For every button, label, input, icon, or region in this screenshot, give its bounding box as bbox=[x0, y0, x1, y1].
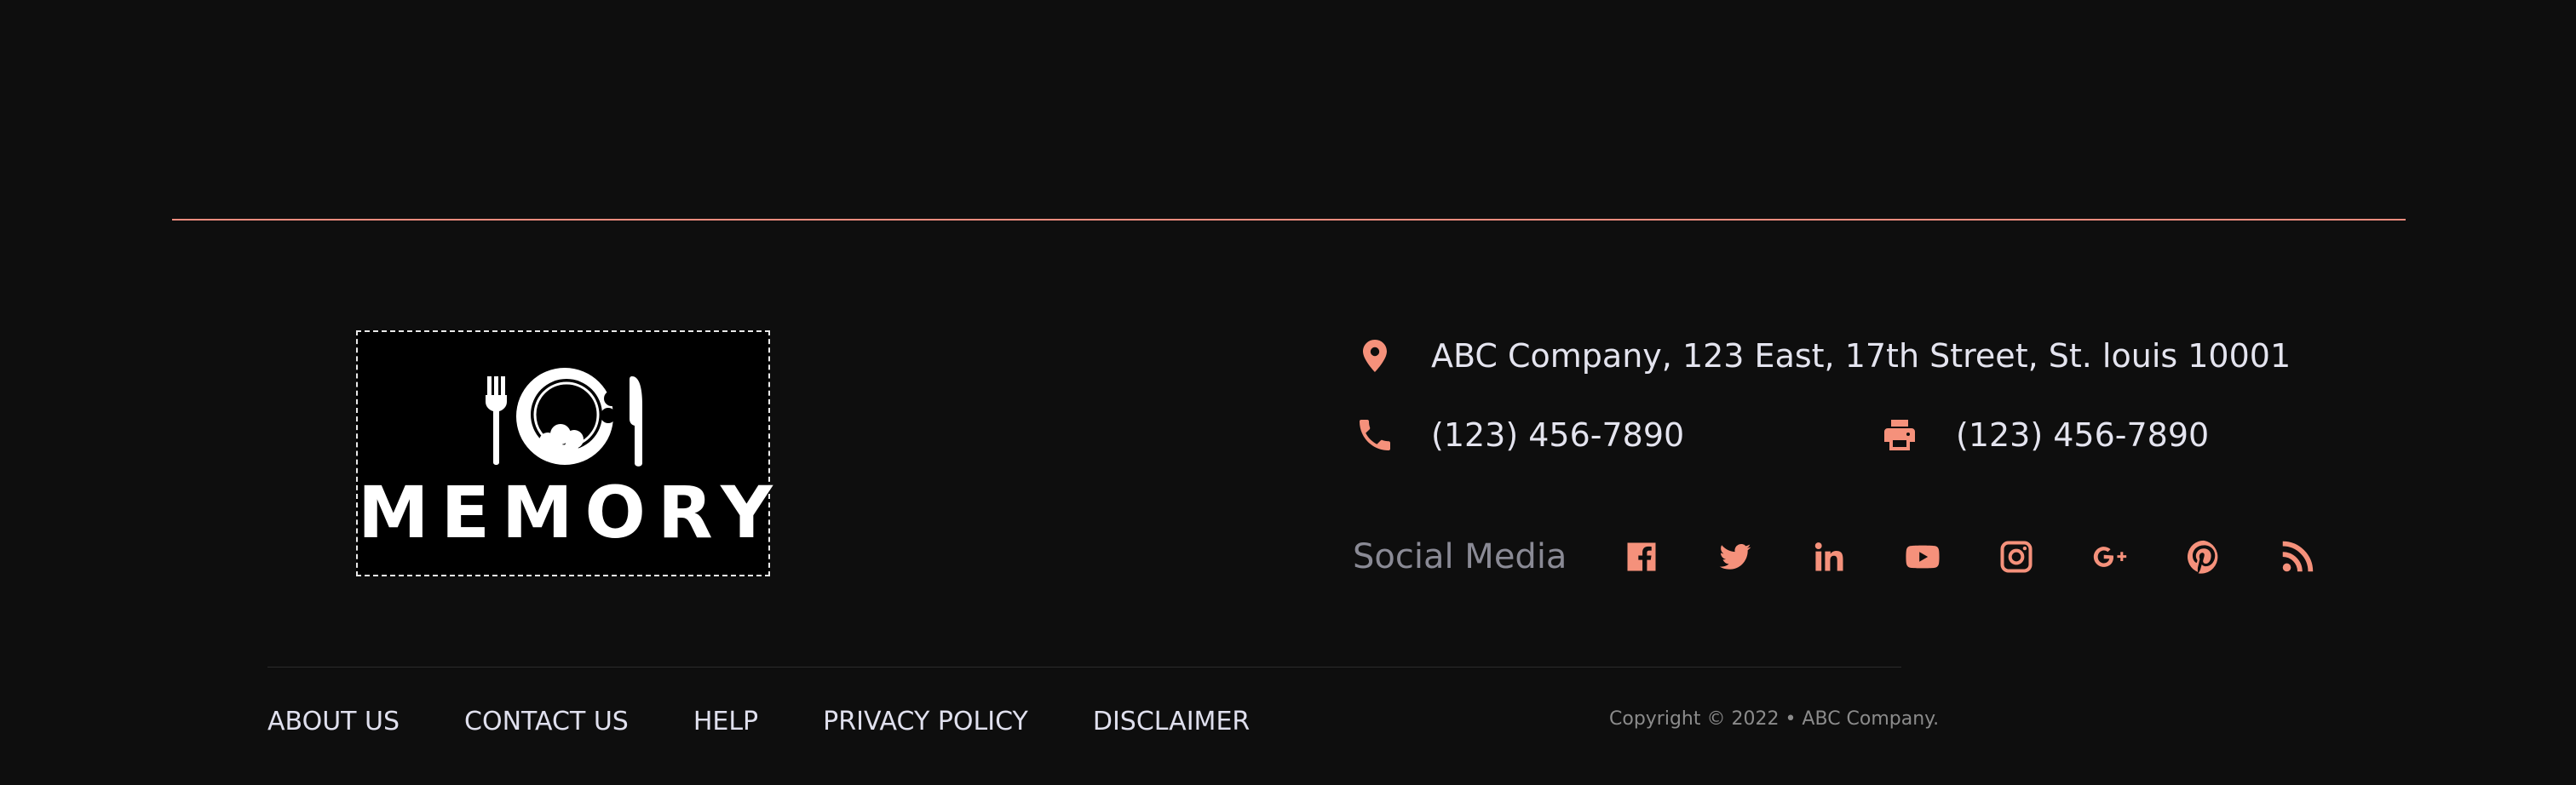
contact-phone[interactable]: (123) 456-7890 bbox=[1354, 411, 1684, 459]
pinterest-icon[interactable] bbox=[2183, 536, 2224, 577]
social-media-bar: Social Media bbox=[1353, 531, 2318, 582]
nav-help[interactable]: HELP bbox=[693, 707, 758, 736]
logo-wordmark: MEMORY bbox=[358, 471, 785, 554]
nav-privacy-policy[interactable]: PRIVACY POLICY bbox=[823, 707, 1028, 736]
footer-bottom-divider bbox=[267, 667, 1901, 668]
google-plus-icon[interactable] bbox=[2090, 536, 2130, 577]
facebook-icon[interactable] bbox=[1621, 536, 1662, 577]
contact-fax[interactable]: (123) 456-7890 bbox=[1879, 411, 2209, 459]
footer-divider bbox=[172, 219, 2406, 221]
fax-number: (123) 456-7890 bbox=[1956, 416, 2210, 454]
printer-icon bbox=[1879, 415, 1920, 456]
linkedin-icon[interactable] bbox=[1808, 536, 1849, 577]
nav-contact-us[interactable]: CONTACT US bbox=[464, 707, 629, 736]
social-icons bbox=[1621, 536, 2318, 577]
footer-page: MEMORY ABC Company, 123 East, 17th Stree… bbox=[0, 0, 2576, 785]
nav-disclaimer[interactable]: DISCLAIMER bbox=[1093, 707, 1250, 736]
copyright-text: Copyright © 2022 • ABC Company. bbox=[1609, 708, 1940, 730]
phone-icon bbox=[1354, 415, 1395, 456]
phone-number: (123) 456-7890 bbox=[1431, 416, 1685, 454]
nav-about-us[interactable]: ABOUT US bbox=[267, 707, 400, 736]
brand-logo[interactable]: MEMORY bbox=[356, 330, 785, 576]
twitter-icon[interactable] bbox=[1715, 536, 1756, 577]
social-media-label: Social Media bbox=[1353, 537, 1567, 576]
footer-nav: ABOUT US CONTACT US HELP PRIVACY POLICY … bbox=[267, 707, 1250, 736]
contact-address: ABC Company, 123 East, 17th Street, St. … bbox=[1354, 332, 2291, 380]
rss-icon[interactable] bbox=[2277, 536, 2318, 577]
instagram-icon[interactable] bbox=[1996, 536, 2037, 577]
address-text: ABC Company, 123 East, 17th Street, St. … bbox=[1431, 337, 2291, 375]
youtube-icon[interactable] bbox=[1902, 536, 1943, 577]
map-pin-icon bbox=[1354, 335, 1395, 376]
